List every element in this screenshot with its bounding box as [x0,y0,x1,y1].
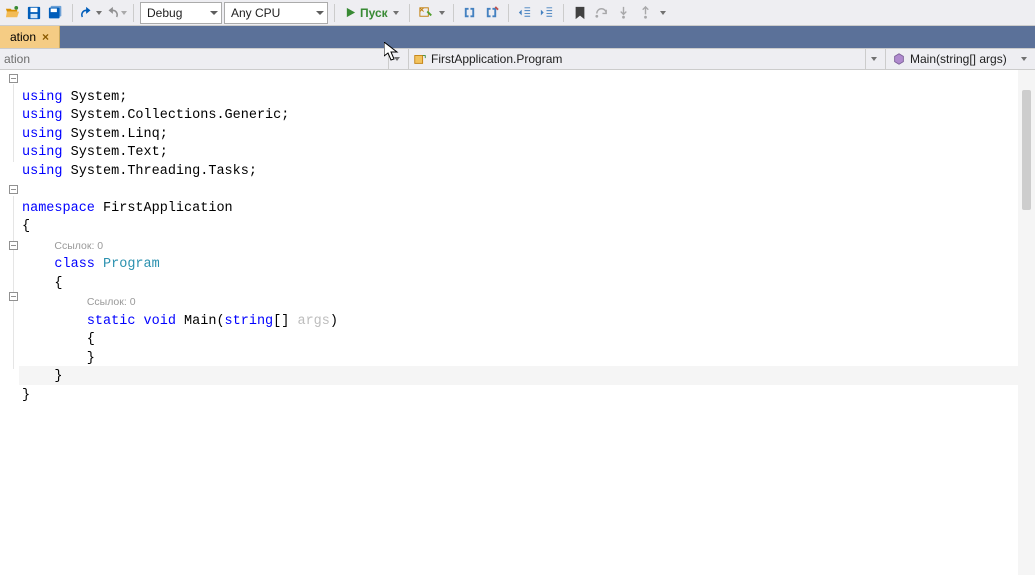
platform-value: Any CPU [231,6,280,20]
fold-toggle[interactable] [9,241,18,250]
toolbar-sep [133,4,134,22]
step-out-icon[interactable] [636,2,656,24]
save-icon[interactable] [24,2,44,24]
open-icon[interactable] [2,2,22,24]
toolbar-sep [409,4,410,22]
bookmark-icon[interactable] [570,2,590,24]
undo-button[interactable] [79,5,102,21]
uncomment-icon[interactable] [482,2,502,24]
overflow-caret[interactable] [660,11,666,15]
tab-label: ation [10,30,36,44]
run-label: Пуск [360,6,388,20]
toolbar-sep [72,4,73,22]
toolbar-sep [508,4,509,22]
code-editor[interactable]: using System; using System.Collections.G… [0,70,1035,575]
indent-icon[interactable] [537,2,557,24]
redo-button[interactable] [104,5,127,21]
find-icon[interactable] [416,2,436,24]
document-tab[interactable]: ation × [0,26,60,48]
start-debug-button[interactable]: Пуск [341,6,403,20]
scrollbar-thumb[interactable] [1022,90,1031,210]
method-icon [892,52,906,66]
nav-member-label: Main(string[] args) [910,52,1007,66]
toolbar-sep [563,4,564,22]
outdent-icon[interactable] [515,2,535,24]
comment-icon[interactable] [460,2,480,24]
codelens-refs[interactable]: Ссылок: 0 [54,240,103,252]
vertical-scrollbar[interactable] [1018,70,1035,575]
document-tab-bar: ation × [0,26,1035,48]
class-icon [413,52,427,66]
fold-toggle[interactable] [9,74,18,83]
nav-member-dropdown[interactable]: Main(string[] args) [885,49,1035,69]
close-icon[interactable]: × [40,30,51,44]
nav-class-dropdown[interactable]: FirstApplication.Program [408,49,885,69]
nav-class-label: FirstApplication.Program [431,52,562,66]
code-nav-bar: ation FirstApplication.Program Main(stri… [0,48,1035,70]
toolbar-sep [334,4,335,22]
save-all-icon[interactable] [46,2,66,24]
step-into-icon[interactable] [614,2,634,24]
code-content: using System; using System.Collections.G… [22,70,338,405]
main-toolbar: Debug Any CPU Пуск [0,0,1035,26]
find-caret[interactable] [439,11,445,15]
config-value: Debug [147,6,182,20]
fold-toggle[interactable] [9,292,18,301]
toolbar-sep [453,4,454,22]
nav-project-label: ation [4,52,30,66]
solution-config-dropdown[interactable]: Debug [140,2,222,24]
platform-dropdown[interactable]: Any CPU [224,2,328,24]
codelens-refs[interactable]: Ссылок: 0 [87,296,136,308]
step-over-icon[interactable] [592,2,612,24]
fold-toggle[interactable] [9,185,18,194]
editor-gutter [0,70,20,575]
nav-project-dropdown[interactable]: ation [0,49,408,69]
